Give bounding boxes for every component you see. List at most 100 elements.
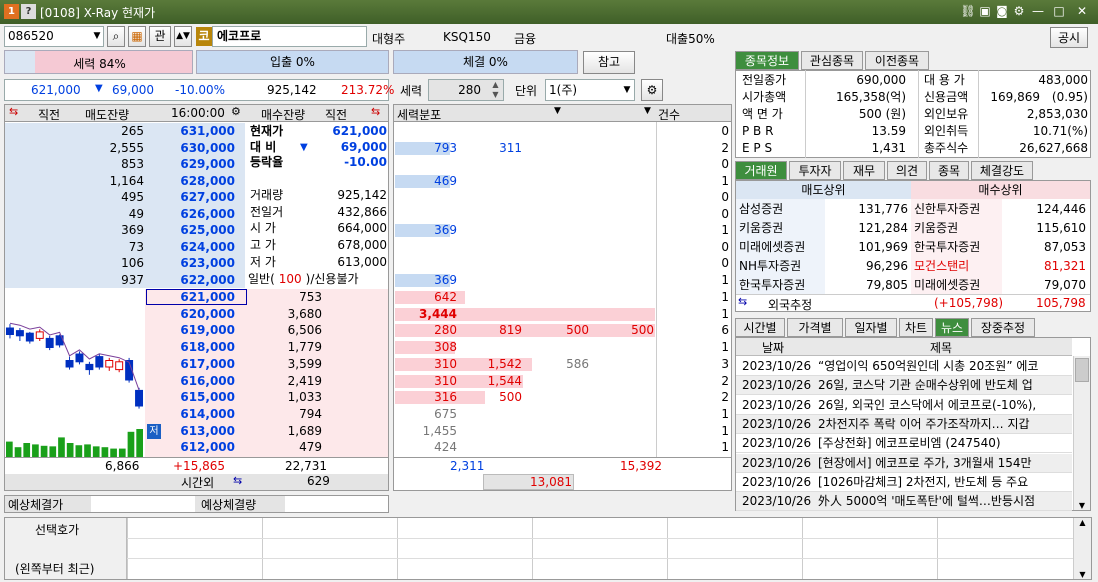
tab-1[interactable]: 관심종목: [801, 51, 863, 70]
bottom-scrollbar[interactable]: ▲ ▼: [1073, 518, 1091, 579]
close-icon[interactable]: ✕: [1074, 3, 1090, 19]
gear-icon[interactable]: ⚙: [231, 105, 241, 118]
buy-broker[interactable]: 신한투자증권: [914, 200, 980, 219]
volume-bar: [92, 446, 100, 457]
dist-d: [592, 239, 654, 256]
gwan-button[interactable]: 관: [149, 26, 171, 47]
bid-price[interactable]: 619,000: [146, 322, 235, 339]
news-title[interactable]: [1026마감체크] 2차전지, 반도체 등 주요: [818, 473, 1070, 492]
ask-price[interactable]: 626,000: [146, 206, 235, 223]
bid-price[interactable]: 617,000: [146, 356, 235, 373]
tab-0[interactable]: 거래원: [735, 161, 787, 180]
news-title[interactable]: 2차전지주 폭락 이어 주가조작까지… 지갑: [818, 415, 1070, 434]
stock-code-input[interactable]: 086520: [4, 26, 104, 47]
tab-1[interactable]: 가격별: [787, 318, 843, 337]
ask-price[interactable]: 627,000: [146, 189, 235, 206]
ask-price[interactable]: 624,000: [146, 239, 235, 256]
calendar-icon[interactable]: ▦: [128, 26, 146, 47]
volume-bar: [23, 443, 31, 457]
tab-4[interactable]: 종목: [929, 161, 969, 180]
tab-3[interactable]: 차트: [899, 318, 933, 337]
help-icon[interactable]: ?: [21, 4, 36, 19]
chevron-down-icon[interactable]: ▼: [644, 106, 651, 116]
tab-4[interactable]: 뉴스: [935, 318, 969, 337]
bid-price[interactable]: 612,000: [146, 439, 235, 456]
ask-price[interactable]: 625,000: [146, 222, 235, 239]
sell-broker[interactable]: 삼성증권: [739, 200, 783, 219]
ask-price[interactable]: 628,000: [146, 173, 235, 190]
swap-icon[interactable]: ⇆: [233, 474, 242, 487]
bid-price[interactable]: 618,000: [146, 339, 235, 356]
tab-2[interactable]: 재무: [843, 161, 885, 180]
chevron-down-icon[interactable]: ▼: [91, 27, 103, 46]
maximize-icon[interactable]: □: [1051, 3, 1067, 19]
dist-d: [592, 173, 654, 190]
news-title[interactable]: [주상전화] 에코프로비엠 (247540): [818, 434, 1070, 453]
candle-body: [115, 361, 124, 371]
buy-broker[interactable]: 모건스탠리: [914, 257, 969, 276]
ask-qty: 495: [121, 190, 144, 204]
ask-price[interactable]: 630,000: [146, 140, 235, 157]
selected-quote-grid: [4, 517, 1092, 580]
sell-broker[interactable]: 미래에셋증권: [739, 238, 805, 257]
ask-price[interactable]: 622,000: [146, 272, 235, 289]
buy-broker[interactable]: 미래에셋증권: [914, 276, 980, 295]
bid-price[interactable]: 614,000: [146, 406, 235, 423]
minimize-icon[interactable]: —: [1030, 3, 1046, 19]
tab-2[interactable]: 일자별: [845, 318, 897, 337]
bid-price[interactable]: 615,000: [146, 389, 235, 406]
screen-icon[interactable]: ▣: [977, 3, 993, 19]
news-title[interactable]: 外人 5000억 '매도폭탄'에 털썩…반등시점: [818, 492, 1070, 511]
sell-broker[interactable]: NH투자증권: [739, 257, 801, 276]
gear-icon[interactable]: ⚙: [1011, 3, 1027, 19]
candle-body: [15, 330, 24, 337]
tab-5[interactable]: 장중추정: [971, 318, 1035, 337]
dist-b: [460, 306, 522, 323]
tab-0[interactable]: 시간별: [735, 318, 785, 337]
dist-a: 310: [434, 356, 457, 371]
spinner-arrows-icon[interactable]: ▲ ▼: [488, 80, 503, 100]
chevron-down-icon[interactable]: ▼: [554, 106, 561, 116]
news-title[interactable]: 26일, 외국인 코스닥에서 에코프로(-10%),: [818, 396, 1070, 415]
news-scrollbar[interactable]: ▼: [1073, 356, 1090, 510]
swap-icon[interactable]: ⇆: [371, 105, 380, 118]
news-title[interactable]: [현장에서] 에코프로 주가, 3개월새 154만: [818, 454, 1070, 473]
sell-broker[interactable]: 한국투자증권: [739, 276, 805, 295]
bid-price[interactable]: 620,000: [146, 306, 235, 323]
link-icon[interactable]: ⛓: [960, 3, 976, 19]
tab-5[interactable]: 체결강도: [971, 161, 1033, 180]
notice-button[interactable]: 공시: [1050, 27, 1088, 48]
news-title[interactable]: “영업이익 650억원인데 시총 20조원” 에코: [818, 357, 1070, 376]
dist-d: [592, 289, 654, 306]
swap-icon[interactable]: ⇆: [9, 105, 18, 118]
scroll-down-icon[interactable]: ▼: [1074, 501, 1090, 510]
stock-name-field[interactable]: 에코프로: [212, 26, 367, 47]
buy-broker[interactable]: 키움증권: [914, 219, 958, 238]
chevron-down-icon[interactable]: ▼: [620, 80, 634, 100]
scroll-up-icon[interactable]: ▲: [1074, 518, 1091, 527]
ask-price[interactable]: 631,000: [146, 123, 235, 140]
camera-icon[interactable]: ◙: [994, 3, 1010, 19]
tab-0[interactable]: 종목정보: [735, 51, 799, 70]
swap-icon[interactable]: ⇆: [738, 295, 747, 308]
tab-3[interactable]: 의견: [887, 161, 927, 180]
news-title[interactable]: 26일, 코스닥 기관 순매수상위에 반도체 업: [818, 376, 1070, 395]
buy-broker[interactable]: 한국투자증권: [914, 238, 980, 257]
sell-broker-qty: 101,969: [858, 240, 908, 254]
updown-icon[interactable]: ▲▼: [174, 26, 192, 47]
seryeok-label: 세력: [400, 84, 423, 98]
ask-price[interactable]: 629,000: [146, 156, 235, 173]
info-value: 26,627,668: [1019, 141, 1088, 155]
tab-2[interactable]: 이전종목: [865, 51, 929, 70]
sell-broker[interactable]: 키움증권: [739, 219, 783, 238]
search-icon[interactable]: ⌕: [107, 26, 125, 47]
tab-1[interactable]: 투자자: [789, 161, 841, 180]
bid-price[interactable]: 616,000: [146, 373, 235, 390]
scroll-down-icon[interactable]: ▼: [1074, 570, 1091, 579]
scroll-thumb[interactable]: [1075, 358, 1089, 382]
buy-broker-qty: 81,321: [1044, 259, 1086, 273]
refer-button[interactable]: 참고: [583, 51, 635, 74]
ask-qty: 2,555: [109, 140, 144, 155]
ask-price[interactable]: 623,000: [146, 255, 235, 272]
settings-icon[interactable]: ⚙: [641, 79, 663, 101]
